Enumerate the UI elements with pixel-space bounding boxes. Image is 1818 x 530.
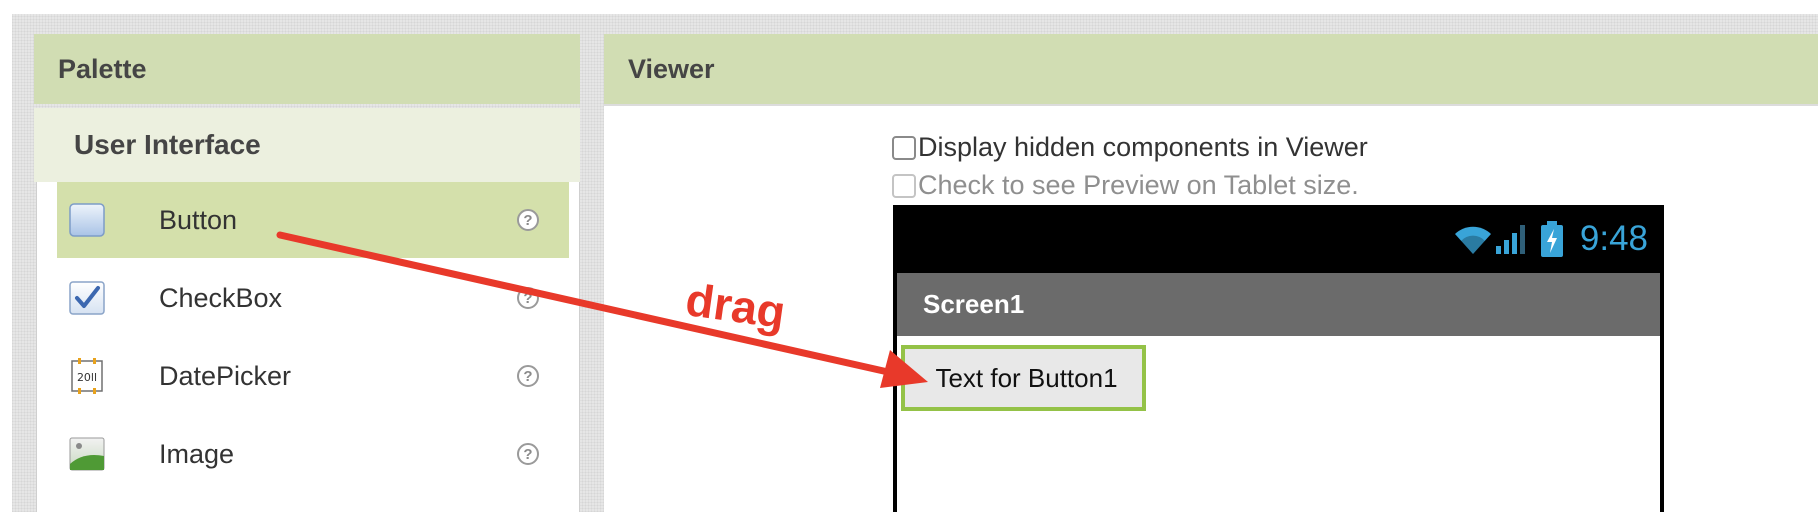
palette-category-label: User Interface — [74, 129, 261, 160]
wifi-icon — [1454, 226, 1491, 254]
viewer-header: Viewer — [604, 34, 1818, 104]
help-icon[interactable]: ? — [517, 443, 539, 465]
palette-item-image[interactable]: Image ? — [57, 416, 569, 492]
button1-label: Text for Button1 — [935, 362, 1118, 393]
battery-icon — [1540, 221, 1563, 257]
status-bar: 9:48 — [897, 205, 1660, 273]
palette-item-label: DatePicker — [159, 360, 292, 391]
svg-text:20ll: 20ll — [77, 371, 97, 384]
display-hidden-checkbox[interactable] — [892, 135, 916, 160]
tablet-preview-label: Check to see Preview on Tablet size. — [918, 170, 1359, 200]
palette-header: Palette — [34, 34, 580, 104]
help-icon[interactable]: ? — [517, 209, 539, 231]
button-icon — [69, 203, 105, 237]
screen-title-bar: Screen1 — [897, 273, 1660, 336]
palette-item-checkbox[interactable]: CheckBox ? — [57, 260, 569, 336]
status-time: 9:48 — [1579, 219, 1648, 258]
status-icons: 9:48 — [1452, 219, 1648, 259]
image-icon — [69, 437, 105, 471]
palette-item-label: Image — [159, 438, 235, 469]
help-icon[interactable]: ? — [517, 365, 539, 387]
help-icon[interactable]: ? — [517, 287, 539, 309]
tablet-preview-checkbox[interactable] — [892, 173, 916, 198]
display-hidden-components-option[interactable]: Display hidden components in Viewer — [892, 132, 1368, 163]
display-hidden-label: Display hidden components in Viewer — [918, 132, 1368, 162]
phone-preview: 9:48 Screen1 Text for Button1 — [893, 205, 1664, 512]
palette-item-label: CheckBox — [159, 282, 283, 313]
button1[interactable]: Text for Button1 — [901, 345, 1146, 411]
palette-category-user-interface[interactable]: User Interface — [34, 108, 580, 182]
tablet-preview-option[interactable]: Check to see Preview on Tablet size. — [892, 170, 1359, 201]
datepicker-icon: 20ll — [71, 358, 103, 394]
palette-item-button[interactable]: Button ? — [57, 182, 569, 258]
palette-item-label: Button — [159, 204, 238, 235]
screen-title: Screen1 — [923, 289, 1025, 319]
palette-title: Palette — [58, 53, 147, 84]
signal-icon — [1495, 225, 1525, 254]
checkbox-icon — [69, 281, 105, 315]
palette-item-datepicker[interactable]: 20ll DatePicker ? — [57, 338, 569, 414]
palette-list: Button ? CheckBox ? 20ll DatePicker ? Im… — [36, 182, 580, 512]
viewer-title: Viewer — [628, 53, 715, 84]
